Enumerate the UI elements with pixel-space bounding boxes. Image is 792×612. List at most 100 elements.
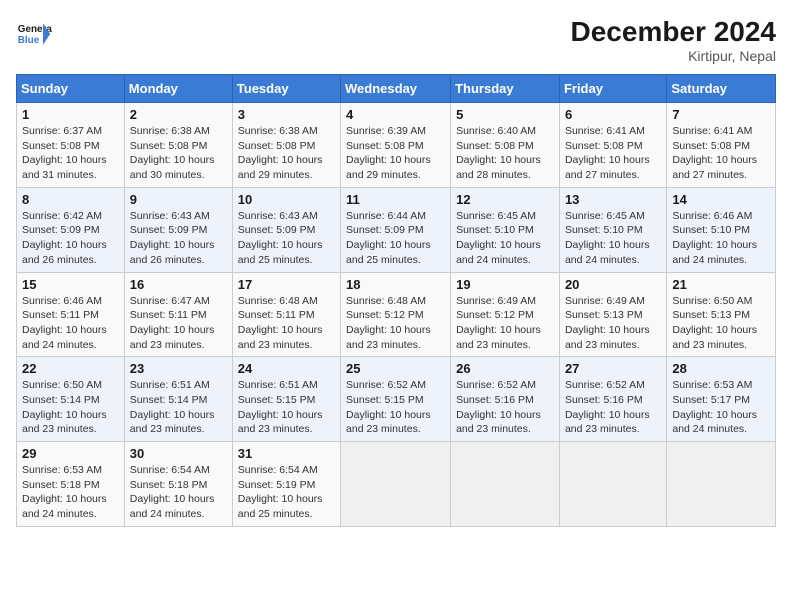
day-detail: Sunrise: 6:52 AMSunset: 5:16 PMDaylight:… <box>456 378 554 437</box>
day-detail: Sunrise: 6:45 AMSunset: 5:10 PMDaylight:… <box>565 209 661 268</box>
calendar-cell: 3 Sunrise: 6:38 AMSunset: 5:08 PMDaylight… <box>232 103 340 188</box>
calendar-cell: 1 Sunrise: 6:37 AMSunset: 5:08 PMDaylight… <box>17 103 125 188</box>
day-number: 8 <box>22 192 119 207</box>
calendar-cell: 12 Sunrise: 6:45 AMSunset: 5:10 PMDayligh… <box>451 187 560 272</box>
calendar-cell: 23 Sunrise: 6:51 AMSunset: 5:14 PMDayligh… <box>124 357 232 442</box>
day-detail: Sunrise: 6:38 AMSunset: 5:08 PMDaylight:… <box>238 124 335 183</box>
day-detail: Sunrise: 6:53 AMSunset: 5:17 PMDaylight:… <box>672 378 770 437</box>
day-detail: Sunrise: 6:51 AMSunset: 5:14 PMDaylight:… <box>130 378 227 437</box>
calendar-cell: 18 Sunrise: 6:48 AMSunset: 5:12 PMDayligh… <box>341 272 451 357</box>
calendar-week-row: 22 Sunrise: 6:50 AMSunset: 5:14 PMDayligh… <box>17 357 776 442</box>
calendar-cell: 29 Sunrise: 6:53 AMSunset: 5:18 PMDayligh… <box>17 442 125 527</box>
calendar-table: SundayMondayTuesdayWednesdayThursdayFrid… <box>16 74 776 527</box>
day-detail: Sunrise: 6:53 AMSunset: 5:18 PMDaylight:… <box>22 463 119 522</box>
day-detail: Sunrise: 6:46 AMSunset: 5:10 PMDaylight:… <box>672 209 770 268</box>
day-number: 1 <box>22 107 119 122</box>
day-number: 5 <box>456 107 554 122</box>
header: General Blue December 2024 Kirtipur, Nep… <box>16 16 776 64</box>
month-year-title: December 2024 <box>571 16 776 48</box>
day-number: 7 <box>672 107 770 122</box>
day-number: 18 <box>346 277 445 292</box>
calendar-cell: 25 Sunrise: 6:52 AMSunset: 5:15 PMDayligh… <box>341 357 451 442</box>
calendar-cell: 17 Sunrise: 6:48 AMSunset: 5:11 PMDayligh… <box>232 272 340 357</box>
weekday-header-friday: Friday <box>559 75 666 103</box>
day-detail: Sunrise: 6:48 AMSunset: 5:12 PMDaylight:… <box>346 294 445 353</box>
day-detail: Sunrise: 6:54 AMSunset: 5:18 PMDaylight:… <box>130 463 227 522</box>
day-detail: Sunrise: 6:43 AMSunset: 5:09 PMDaylight:… <box>130 209 227 268</box>
day-detail: Sunrise: 6:43 AMSunset: 5:09 PMDaylight:… <box>238 209 335 268</box>
day-number: 22 <box>22 361 119 376</box>
calendar-cell: 9 Sunrise: 6:43 AMSunset: 5:09 PMDaylight… <box>124 187 232 272</box>
day-detail: Sunrise: 6:44 AMSunset: 5:09 PMDaylight:… <box>346 209 445 268</box>
calendar-cell: 24Sunrise: 6:51 AMSunset: 5:15 PMDayligh… <box>232 357 340 442</box>
day-number: 14 <box>672 192 770 207</box>
day-detail: Sunrise: 6:51 AMSunset: 5:15 PMDaylight:… <box>238 378 335 437</box>
calendar-cell: 21Sunrise: 6:50 AMSunset: 5:13 PMDayligh… <box>667 272 776 357</box>
calendar-cell: 10Sunrise: 6:43 AMSunset: 5:09 PMDayligh… <box>232 187 340 272</box>
weekday-header-sunday: Sunday <box>17 75 125 103</box>
day-detail: Sunrise: 6:37 AMSunset: 5:08 PMDaylight:… <box>22 124 119 183</box>
calendar-week-row: 8 Sunrise: 6:42 AMSunset: 5:09 PMDaylight… <box>17 187 776 272</box>
calendar-cell <box>341 442 451 527</box>
day-detail: Sunrise: 6:54 AMSunset: 5:19 PMDaylight:… <box>238 463 335 522</box>
day-number: 3 <box>238 107 335 122</box>
calendar-cell: 4 Sunrise: 6:39 AMSunset: 5:08 PMDaylight… <box>341 103 451 188</box>
calendar-week-row: 1 Sunrise: 6:37 AMSunset: 5:08 PMDaylight… <box>17 103 776 188</box>
calendar-cell: 26 Sunrise: 6:52 AMSunset: 5:16 PMDayligh… <box>451 357 560 442</box>
calendar-cell: 30 Sunrise: 6:54 AMSunset: 5:18 PMDayligh… <box>124 442 232 527</box>
calendar-cell: 5 Sunrise: 6:40 AMSunset: 5:08 PMDaylight… <box>451 103 560 188</box>
location-label: Kirtipur, Nepal <box>571 48 776 64</box>
calendar-cell: 22 Sunrise: 6:50 AMSunset: 5:14 PMDayligh… <box>17 357 125 442</box>
day-detail: Sunrise: 6:48 AMSunset: 5:11 PMDaylight:… <box>238 294 335 353</box>
calendar-cell: 14 Sunrise: 6:46 AMSunset: 5:10 PMDayligh… <box>667 187 776 272</box>
day-number: 4 <box>346 107 445 122</box>
day-detail: Sunrise: 6:52 AMSunset: 5:16 PMDaylight:… <box>565 378 661 437</box>
calendar-cell: 7 Sunrise: 6:41 AMSunset: 5:08 PMDaylight… <box>667 103 776 188</box>
day-number: 26 <box>456 361 554 376</box>
calendar-cell <box>559 442 666 527</box>
day-number: 25 <box>346 361 445 376</box>
logo-icon: General Blue <box>16 16 52 52</box>
day-detail: Sunrise: 6:49 AMSunset: 5:13 PMDaylight:… <box>565 294 661 353</box>
weekday-header-saturday: Saturday <box>667 75 776 103</box>
calendar-cell: 19 Sunrise: 6:49 AMSunset: 5:12 PMDayligh… <box>451 272 560 357</box>
day-number: 16 <box>130 277 227 292</box>
calendar-cell <box>451 442 560 527</box>
calendar-cell: 16 Sunrise: 6:47 AMSunset: 5:11 PMDayligh… <box>124 272 232 357</box>
day-number: 13 <box>565 192 661 207</box>
day-number: 19 <box>456 277 554 292</box>
day-detail: Sunrise: 6:45 AMSunset: 5:10 PMDaylight:… <box>456 209 554 268</box>
day-number: 31 <box>238 446 335 461</box>
day-detail: Sunrise: 6:39 AMSunset: 5:08 PMDaylight:… <box>346 124 445 183</box>
day-detail: Sunrise: 6:46 AMSunset: 5:11 PMDaylight:… <box>22 294 119 353</box>
day-detail: Sunrise: 6:41 AMSunset: 5:08 PMDaylight:… <box>672 124 770 183</box>
day-number: 30 <box>130 446 227 461</box>
day-number: 9 <box>130 192 227 207</box>
day-detail: Sunrise: 6:49 AMSunset: 5:12 PMDaylight:… <box>456 294 554 353</box>
day-number: 29 <box>22 446 119 461</box>
day-detail: Sunrise: 6:40 AMSunset: 5:08 PMDaylight:… <box>456 124 554 183</box>
calendar-cell: 6Sunrise: 6:41 AMSunset: 5:08 PMDaylight… <box>559 103 666 188</box>
day-number: 11 <box>346 192 445 207</box>
day-detail: Sunrise: 6:52 AMSunset: 5:15 PMDaylight:… <box>346 378 445 437</box>
day-number: 12 <box>456 192 554 207</box>
logo: General Blue <box>16 16 52 52</box>
day-detail: Sunrise: 6:47 AMSunset: 5:11 PMDaylight:… <box>130 294 227 353</box>
calendar-cell: 8 Sunrise: 6:42 AMSunset: 5:09 PMDaylight… <box>17 187 125 272</box>
title-area: December 2024 Kirtipur, Nepal <box>571 16 776 64</box>
calendar-cell: 20 Sunrise: 6:49 AMSunset: 5:13 PMDayligh… <box>559 272 666 357</box>
calendar-cell: 13 Sunrise: 6:45 AMSunset: 5:10 PMDayligh… <box>559 187 666 272</box>
day-number: 2 <box>130 107 227 122</box>
day-number: 21 <box>672 277 770 292</box>
weekday-header-monday: Monday <box>124 75 232 103</box>
day-detail: Sunrise: 6:42 AMSunset: 5:09 PMDaylight:… <box>22 209 119 268</box>
weekday-header-thursday: Thursday <box>451 75 560 103</box>
day-number: 23 <box>130 361 227 376</box>
day-number: 17 <box>238 277 335 292</box>
day-detail: Sunrise: 6:38 AMSunset: 5:08 PMDaylight:… <box>130 124 227 183</box>
day-detail: Sunrise: 6:50 AMSunset: 5:14 PMDaylight:… <box>22 378 119 437</box>
weekday-header-wednesday: Wednesday <box>341 75 451 103</box>
calendar-cell: 31 Sunrise: 6:54 AMSunset: 5:19 PMDayligh… <box>232 442 340 527</box>
calendar-cell: 2 Sunrise: 6:38 AMSunset: 5:08 PMDaylight… <box>124 103 232 188</box>
day-number: 20 <box>565 277 661 292</box>
